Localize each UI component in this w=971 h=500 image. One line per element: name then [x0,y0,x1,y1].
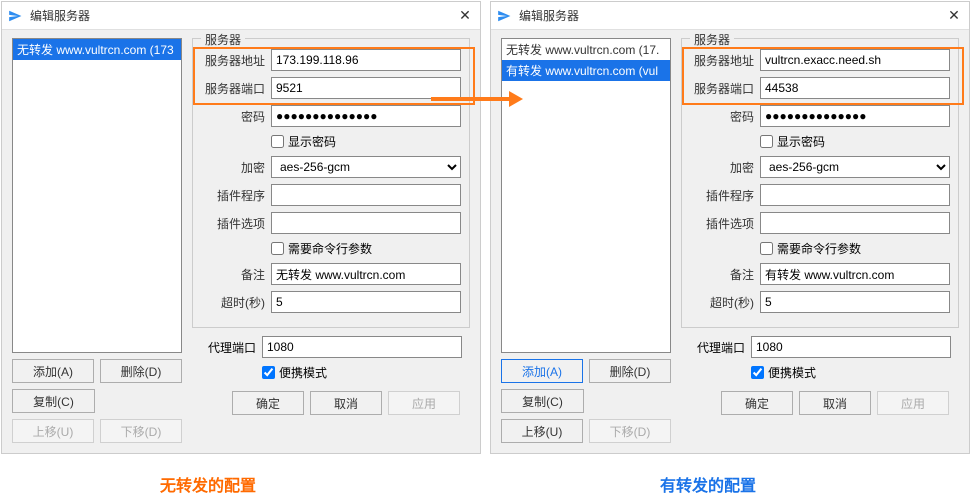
duplicate-button[interactable]: 复制(C) [501,389,584,413]
portable-checkbox[interactable] [751,366,764,379]
password-input[interactable] [271,105,461,127]
proxy-port-label: 代理端口 [192,339,256,356]
group-title: 服务器 [690,31,734,48]
address-label: 服务器地址 [690,52,754,69]
need-cmd-label: 需要命令行参数 [288,240,372,257]
add-button[interactable]: 添加(A) [501,359,583,383]
add-button[interactable]: 添加(A) [12,359,94,383]
plugin-input[interactable] [760,184,950,206]
portable-label: 便携模式 [279,364,327,381]
port-input[interactable] [760,77,950,99]
encryption-select[interactable]: aes-256-gcm [271,156,461,178]
address-input[interactable] [271,49,461,71]
delete-button[interactable]: 删除(D) [589,359,671,383]
titlebar: 编辑服务器 ✕ [2,2,480,30]
close-icon[interactable]: ✕ [456,7,474,24]
port-label: 服务器端口 [690,80,754,97]
server-listbox[interactable]: 无转发 www.vultrcn.com (173 [12,38,182,353]
server-listbox[interactable]: 无转发 www.vultrcn.com (17.有转发 www.vultrcn.… [501,38,671,353]
portable-checkbox[interactable] [262,366,275,379]
edit-server-window-right: 编辑服务器 ✕ 无转发 www.vultrcn.com (17.有转发 www.… [490,1,970,454]
password-input[interactable] [760,105,950,127]
timeout-input[interactable] [271,291,461,313]
move-down-button[interactable]: 下移(D) [589,419,671,443]
delete-button[interactable]: 删除(D) [100,359,182,383]
plugin-label: 插件程序 [690,187,754,204]
port-input[interactable] [271,77,461,99]
show-password-checkbox[interactable] [271,135,284,148]
list-item[interactable]: 有转发 www.vultrcn.com (vul [502,60,670,81]
ok-button[interactable]: 确定 [232,391,304,415]
close-icon[interactable]: ✕ [945,7,963,24]
plugin-opts-label: 插件选项 [201,215,265,232]
encryption-select[interactable]: aes-256-gcm [760,156,950,178]
titlebar: 编辑服务器 ✕ [491,2,969,30]
proxy-port-input[interactable] [751,336,951,358]
password-label: 密码 [201,108,265,125]
move-up-button[interactable]: 上移(U) [501,419,583,443]
ok-button[interactable]: 确定 [721,391,793,415]
timeout-input[interactable] [760,291,950,313]
plugin-input[interactable] [271,184,461,206]
encryption-label: 加密 [690,159,754,176]
encryption-label: 加密 [201,159,265,176]
proxy-port-input[interactable] [262,336,462,358]
caption-right: 有转发的配置 [660,472,756,496]
remark-label: 备注 [690,266,754,283]
need-cmd-checkbox[interactable] [760,242,773,255]
portable-label: 便携模式 [768,364,816,381]
window-title: 编辑服务器 [519,7,945,24]
show-password-label: 显示密码 [288,133,336,150]
port-label: 服务器端口 [201,80,265,97]
move-up-button[interactable]: 上移(U) [12,419,94,443]
list-item[interactable]: 无转发 www.vultrcn.com (17. [502,39,670,60]
cancel-button[interactable]: 取消 [799,391,871,415]
cancel-button[interactable]: 取消 [310,391,382,415]
address-label: 服务器地址 [201,52,265,69]
duplicate-button[interactable]: 复制(C) [12,389,95,413]
plugin-opts-label: 插件选项 [690,215,754,232]
window-title: 编辑服务器 [30,7,456,24]
show-password-label: 显示密码 [777,133,825,150]
plugin-label: 插件程序 [201,187,265,204]
app-icon [8,8,24,24]
server-groupbox: 服务器 服务器地址 服务器端口 密码 显示密码 加密 aes-256-gcm 插… [192,38,470,328]
list-item[interactable]: 无转发 www.vultrcn.com (173 [13,39,181,60]
group-title: 服务器 [201,31,245,48]
need-cmd-label: 需要命令行参数 [777,240,861,257]
server-groupbox: 服务器 服务器地址 服务器端口 密码 显示密码 加密 aes-256-gcm 插… [681,38,959,328]
remark-input[interactable] [271,263,461,285]
edit-server-window-left: 编辑服务器 ✕ 无转发 www.vultrcn.com (173 添加(A) 删… [1,1,481,454]
password-label: 密码 [690,108,754,125]
apply-button[interactable]: 应用 [388,391,460,415]
app-icon [497,8,513,24]
timeout-label: 超时(秒) [690,294,754,311]
plugin-opts-input[interactable] [760,212,950,234]
proxy-port-label: 代理端口 [681,339,745,356]
remark-input[interactable] [760,263,950,285]
caption-left: 无转发的配置 [160,472,256,496]
apply-button[interactable]: 应用 [877,391,949,415]
remark-label: 备注 [201,266,265,283]
need-cmd-checkbox[interactable] [271,242,284,255]
timeout-label: 超时(秒) [201,294,265,311]
address-input[interactable] [760,49,950,71]
move-down-button[interactable]: 下移(D) [100,419,182,443]
show-password-checkbox[interactable] [760,135,773,148]
plugin-opts-input[interactable] [271,212,461,234]
